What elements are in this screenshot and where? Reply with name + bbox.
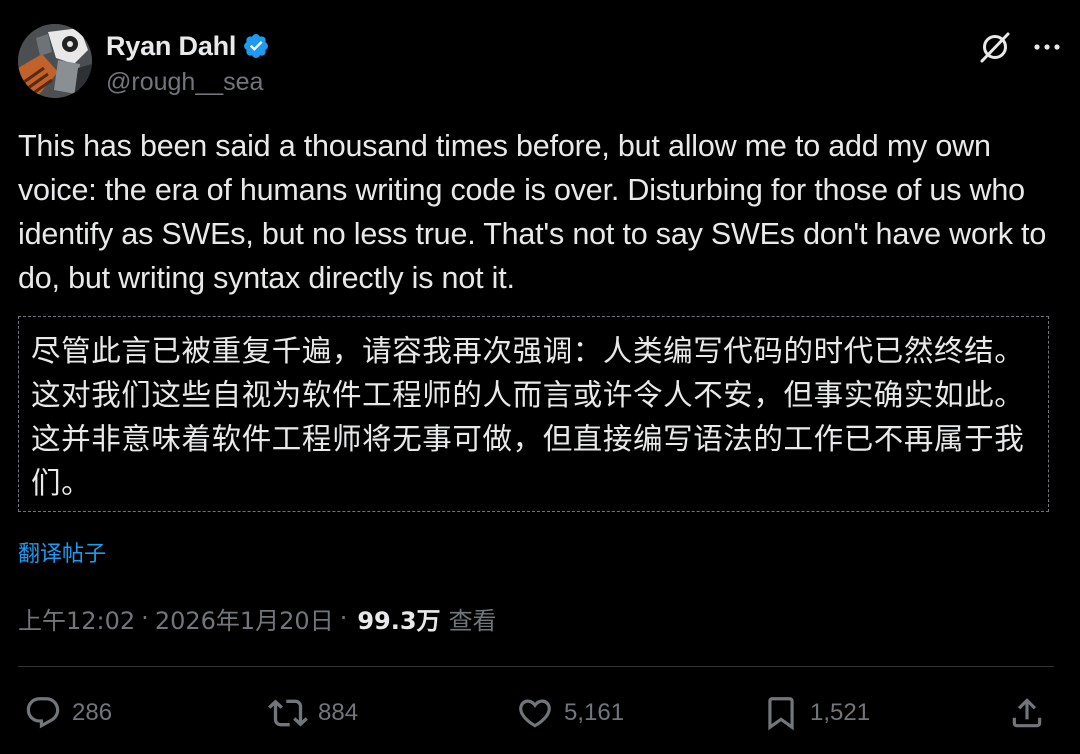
action-bar: 286 884 5,161 1,521: [24, 688, 1054, 738]
heart-icon: [519, 699, 551, 728]
avatar[interactable]: [18, 24, 92, 98]
meta-separator: ·: [141, 604, 149, 632]
more-icon[interactable]: [1032, 32, 1062, 67]
author-display-name[interactable]: Ryan Dahl: [106, 31, 236, 62]
like-button[interactable]: 5,161: [516, 688, 624, 738]
verified-badge-icon: [242, 32, 270, 60]
like-count: 5,161: [564, 699, 625, 726]
translate-post-link[interactable]: 翻译帖子: [18, 536, 106, 568]
post-date[interactable]: 2026年1月20日: [155, 601, 334, 636]
views-count: 99.3万: [357, 606, 441, 635]
header-actions: [978, 30, 1062, 69]
reply-count: 286: [72, 699, 113, 726]
translation-box: 尽管此言已被重复千遍，请容我再次强调：人类编写代码的时代已然终结。这对我们这些自…: [18, 316, 1049, 512]
repost-count: 884: [318, 699, 359, 726]
meta-separator: ·: [339, 604, 348, 632]
repost-button[interactable]: 884: [268, 688, 358, 738]
reply-button[interactable]: 286: [24, 688, 112, 738]
post-meta: 上午12:02 · 2026年1月20日 · 99.3万 查看: [18, 600, 497, 636]
post-header: Ryan Dahl @rough__sea: [18, 24, 1062, 100]
repost-icon: [268, 699, 308, 727]
share-icon: [1012, 698, 1042, 728]
views-label: 查看: [448, 606, 497, 635]
name-row: Ryan Dahl: [106, 28, 270, 64]
post-text: This has been said a thousand times befo…: [18, 129, 1047, 295]
post-time[interactable]: 上午12:02: [18, 601, 135, 636]
bookmark-count: 1,521: [810, 699, 871, 726]
bookmark-icon: [768, 697, 794, 731]
avatar-illustration: [18, 24, 92, 98]
reply-icon: [26, 697, 60, 729]
author-handle[interactable]: @rough__sea: [106, 68, 263, 97]
bookmark-button[interactable]: 1,521: [762, 688, 870, 738]
grok-icon[interactable]: [978, 30, 1012, 69]
share-button[interactable]: [1008, 688, 1046, 738]
divider: [18, 666, 1054, 667]
translation-text: 尽管此言已被重复千遍，请容我再次强调：人类编写代码的时代已然终结。这对我们这些自…: [31, 334, 1025, 500]
